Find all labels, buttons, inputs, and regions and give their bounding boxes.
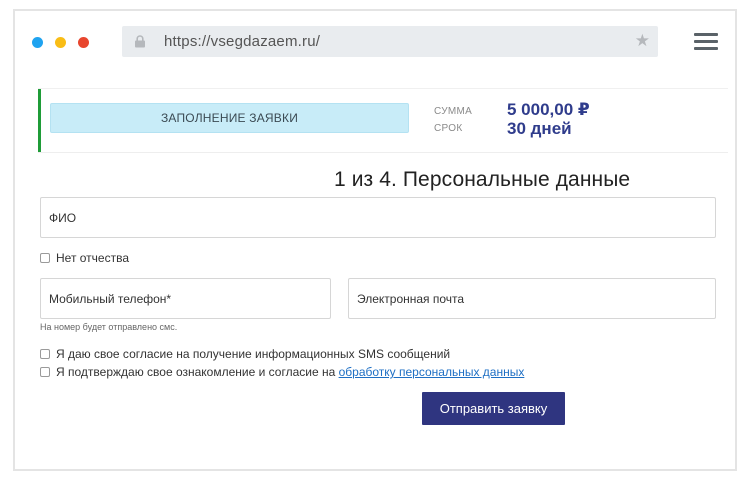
no-patronymic-checkbox[interactable] <box>40 253 50 263</box>
menu-hamburger-icon[interactable] <box>694 33 718 51</box>
window-dot-red <box>78 37 89 48</box>
sum-label: СУММА <box>434 106 473 117</box>
email-field[interactable]: Электронная почта <box>348 278 716 319</box>
term-value: 30 дней <box>507 119 572 138</box>
sms-consent-label: Я даю свое согласие на получение информа… <box>56 347 451 361</box>
no-patronymic-checkbox-row[interactable]: Нет отчества <box>40 251 129 265</box>
term-label: СРОК <box>434 123 463 134</box>
pd-consent-checkbox[interactable] <box>40 367 50 377</box>
bookmark-star-icon[interactable]: ★ <box>635 31 650 51</box>
window-dot-blue <box>32 37 43 48</box>
phone-hint: На номер будет отправлено смс. <box>40 322 178 332</box>
loan-summary-card: ЗАПОЛНЕНИЕ ЗАЯВКИ СУММА 5 000,00 ₽ СРОК … <box>38 89 728 153</box>
phone-placeholder: Мобильный телефон* <box>49 291 172 306</box>
stage-banner: ЗАПОЛНЕНИЕ ЗАЯВКИ <box>50 103 409 133</box>
pd-consent-row[interactable]: Я подтверждаю свое ознакомление и соглас… <box>40 365 524 379</box>
page-title: 1 из 4. Персональные данные <box>334 168 631 191</box>
browser-window: https://vsegdazaem.ru/ ★ ЗАПОЛНЕНИЕ ЗАЯВ… <box>13 9 737 471</box>
submit-application-button[interactable]: Отправить заявку <box>422 392 565 425</box>
lock-icon <box>135 35 145 48</box>
email-placeholder: Электронная почта <box>357 291 465 306</box>
sms-consent-row[interactable]: Я даю свое согласие на получение информа… <box>40 347 450 361</box>
address-bar[interactable]: https://vsegdazaem.ru/ ★ <box>122 26 658 57</box>
divider <box>38 152 728 153</box>
phone-field[interactable]: Мобильный телефон* <box>40 278 331 319</box>
pd-consent-label: Я подтверждаю свое ознакомление и соглас… <box>56 365 339 379</box>
window-dot-yellow <box>55 37 66 48</box>
no-patronymic-label: Нет отчества <box>56 251 130 265</box>
pd-policy-link[interactable]: обработку персональных данных <box>339 365 525 379</box>
fio-placeholder: ФИО <box>49 210 77 225</box>
url-text[interactable]: https://vsegdazaem.ru/ <box>164 33 320 50</box>
sum-value: 5 000,00 ₽ <box>507 100 590 119</box>
sms-consent-checkbox[interactable] <box>40 349 50 359</box>
fio-field[interactable]: ФИО <box>40 197 716 238</box>
